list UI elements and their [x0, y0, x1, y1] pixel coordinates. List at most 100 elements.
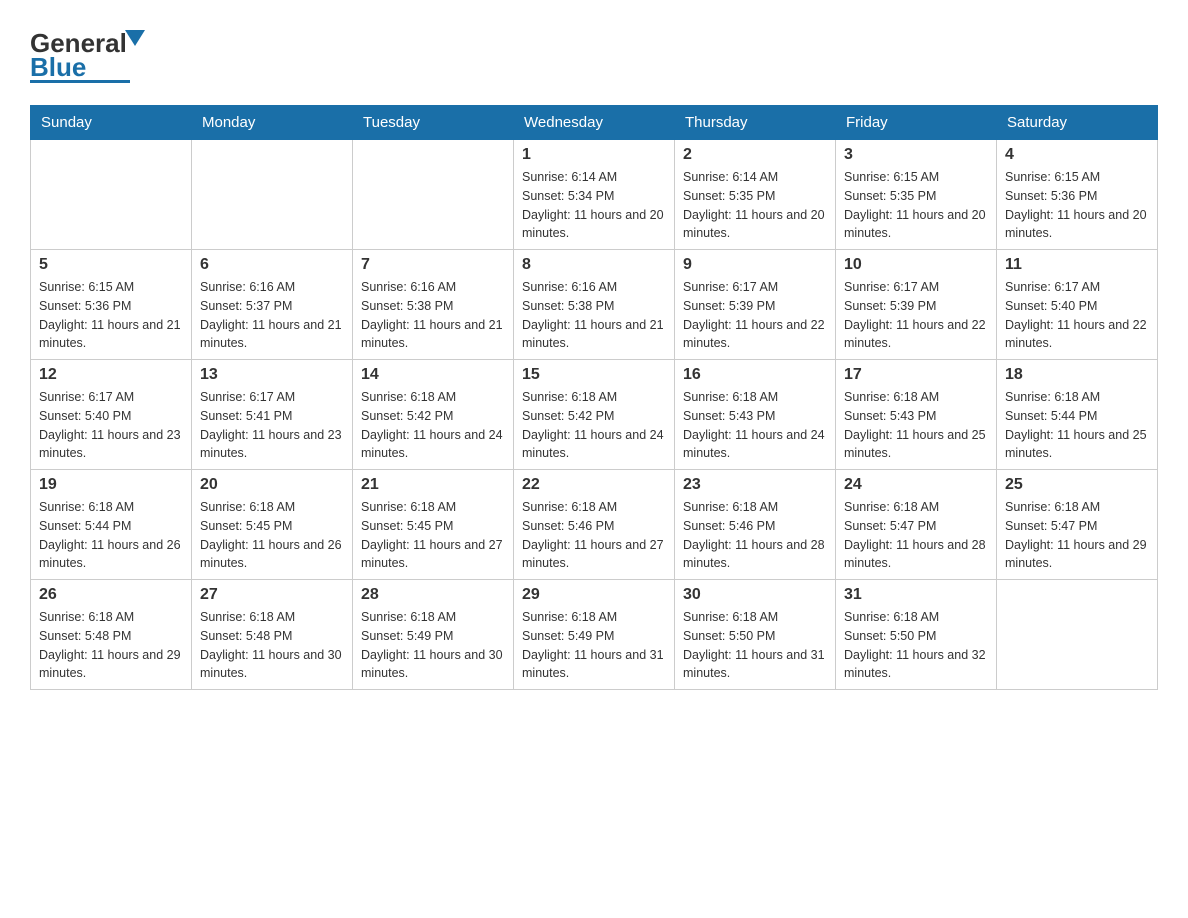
day-number: 2	[683, 146, 827, 164]
day-cell	[353, 140, 514, 250]
day-info: Sunrise: 6:18 AM Sunset: 5:45 PM Dayligh…	[361, 498, 505, 573]
day-number: 30	[683, 586, 827, 604]
day-cell: 1 Sunrise: 6:14 AM Sunset: 5:34 PM Daylig…	[514, 140, 675, 250]
day-header-saturday: Saturday	[997, 106, 1158, 140]
day-info: Sunrise: 6:18 AM Sunset: 5:43 PM Dayligh…	[683, 388, 827, 463]
day-number: 25	[1005, 476, 1149, 494]
day-cell: 2 Sunrise: 6:14 AM Sunset: 5:35 PM Daylig…	[675, 140, 836, 250]
day-cell	[31, 140, 192, 250]
day-cell: 31Sunrise: 6:18 AM Sunset: 5:50 PM Dayli…	[836, 580, 997, 690]
day-cell: 24 Sunrise: 6:18 AM Sunset: 5:47 PM Dayli…	[836, 470, 997, 580]
day-info: Sunrise: 6:18 AM Sunset: 5:45 PM Dayligh…	[200, 498, 344, 573]
week-row-2: 5 Sunrise: 6:15 AM Sunset: 5:36 PM Daylig…	[31, 250, 1158, 360]
day-cell: 13 Sunrise: 6:17 AM Sunset: 5:41 PM Dayli…	[192, 360, 353, 470]
day-header-tuesday: Tuesday	[353, 106, 514, 140]
day-cell: 25 Sunrise: 6:18 AM Sunset: 5:47 PM Dayli…	[997, 470, 1158, 580]
day-cell: 16Sunrise: 6:18 AM Sunset: 5:43 PM Dayli…	[675, 360, 836, 470]
day-number: 8	[522, 256, 666, 274]
calendar-header-row: SundayMondayTuesdayWednesdayThursdayFrid…	[31, 106, 1158, 140]
day-cell: 15 Sunrise: 6:18 AM Sunset: 5:42 PM Dayli…	[514, 360, 675, 470]
day-info: Sunrise: 6:17 AM Sunset: 5:39 PM Dayligh…	[683, 278, 827, 353]
week-row-4: 19Sunrise: 6:18 AM Sunset: 5:44 PM Dayli…	[31, 470, 1158, 580]
day-number: 4	[1005, 146, 1149, 164]
day-number: 22	[522, 476, 666, 494]
day-header-thursday: Thursday	[675, 106, 836, 140]
day-info: Sunrise: 6:16 AM Sunset: 5:37 PM Dayligh…	[200, 278, 344, 353]
week-row-5: 26Sunrise: 6:18 AM Sunset: 5:48 PM Dayli…	[31, 580, 1158, 690]
day-number: 7	[361, 256, 505, 274]
day-info: Sunrise: 6:14 AM Sunset: 5:35 PM Dayligh…	[683, 168, 827, 243]
day-number: 9	[683, 256, 827, 274]
day-info: Sunrise: 6:16 AM Sunset: 5:38 PM Dayligh…	[522, 278, 666, 353]
day-number: 13	[200, 366, 344, 384]
day-info: Sunrise: 6:18 AM Sunset: 5:42 PM Dayligh…	[361, 388, 505, 463]
day-info: Sunrise: 6:18 AM Sunset: 5:48 PM Dayligh…	[200, 608, 344, 683]
day-cell: 30Sunrise: 6:18 AM Sunset: 5:50 PM Dayli…	[675, 580, 836, 690]
day-number: 23	[683, 476, 827, 494]
day-number: 24	[844, 476, 988, 494]
day-cell: 22 Sunrise: 6:18 AM Sunset: 5:46 PM Dayli…	[514, 470, 675, 580]
day-cell: 28 Sunrise: 6:18 AM Sunset: 5:49 PM Dayli…	[353, 580, 514, 690]
day-info: Sunrise: 6:18 AM Sunset: 5:49 PM Dayligh…	[361, 608, 505, 683]
day-info: Sunrise: 6:15 AM Sunset: 5:36 PM Dayligh…	[1005, 168, 1149, 243]
day-info: Sunrise: 6:18 AM Sunset: 5:47 PM Dayligh…	[1005, 498, 1149, 573]
day-cell: 5 Sunrise: 6:15 AM Sunset: 5:36 PM Daylig…	[31, 250, 192, 360]
day-number: 29	[522, 586, 666, 604]
day-number: 20	[200, 476, 344, 494]
week-row-1: 1 Sunrise: 6:14 AM Sunset: 5:34 PM Daylig…	[31, 140, 1158, 250]
day-number: 6	[200, 256, 344, 274]
day-number: 5	[39, 256, 183, 274]
day-number: 14	[361, 366, 505, 384]
day-cell	[192, 140, 353, 250]
day-cell: 11 Sunrise: 6:17 AM Sunset: 5:40 PM Dayli…	[997, 250, 1158, 360]
day-number: 28	[361, 586, 505, 604]
day-cell: 19Sunrise: 6:18 AM Sunset: 5:44 PM Dayli…	[31, 470, 192, 580]
day-cell: 29 Sunrise: 6:18 AM Sunset: 5:49 PM Dayli…	[514, 580, 675, 690]
day-info: Sunrise: 6:18 AM Sunset: 5:46 PM Dayligh…	[522, 498, 666, 573]
day-cell: 4 Sunrise: 6:15 AM Sunset: 5:36 PM Daylig…	[997, 140, 1158, 250]
day-info: Sunrise: 6:18 AM Sunset: 5:43 PM Dayligh…	[844, 388, 988, 463]
day-info: Sunrise: 6:17 AM Sunset: 5:40 PM Dayligh…	[39, 388, 183, 463]
day-number: 1	[522, 146, 666, 164]
day-info: Sunrise: 6:18 AM Sunset: 5:46 PM Dayligh…	[683, 498, 827, 573]
day-cell: 21Sunrise: 6:18 AM Sunset: 5:45 PM Dayli…	[353, 470, 514, 580]
day-cell: 26Sunrise: 6:18 AM Sunset: 5:48 PM Dayli…	[31, 580, 192, 690]
day-info: Sunrise: 6:16 AM Sunset: 5:38 PM Dayligh…	[361, 278, 505, 353]
day-cell: 8 Sunrise: 6:16 AM Sunset: 5:38 PM Daylig…	[514, 250, 675, 360]
day-number: 31	[844, 586, 988, 604]
day-header-friday: Friday	[836, 106, 997, 140]
day-header-wednesday: Wednesday	[514, 106, 675, 140]
day-cell: 10Sunrise: 6:17 AM Sunset: 5:39 PM Dayli…	[836, 250, 997, 360]
day-info: Sunrise: 6:18 AM Sunset: 5:42 PM Dayligh…	[522, 388, 666, 463]
day-info: Sunrise: 6:18 AM Sunset: 5:44 PM Dayligh…	[1005, 388, 1149, 463]
day-cell: 3Sunrise: 6:15 AM Sunset: 5:35 PM Daylig…	[836, 140, 997, 250]
day-number: 3	[844, 146, 988, 164]
day-number: 11	[1005, 256, 1149, 274]
svg-text:Blue: Blue	[30, 52, 86, 82]
day-cell: 18 Sunrise: 6:18 AM Sunset: 5:44 PM Dayli…	[997, 360, 1158, 470]
day-cell: 20 Sunrise: 6:18 AM Sunset: 5:45 PM Dayli…	[192, 470, 353, 580]
day-cell: 7 Sunrise: 6:16 AM Sunset: 5:38 PM Daylig…	[353, 250, 514, 360]
day-info: Sunrise: 6:15 AM Sunset: 5:36 PM Dayligh…	[39, 278, 183, 353]
day-number: 18	[1005, 366, 1149, 384]
day-number: 17	[844, 366, 988, 384]
day-info: Sunrise: 6:18 AM Sunset: 5:49 PM Dayligh…	[522, 608, 666, 683]
day-info: Sunrise: 6:18 AM Sunset: 5:47 PM Dayligh…	[844, 498, 988, 573]
day-number: 12	[39, 366, 183, 384]
day-cell: 23 Sunrise: 6:18 AM Sunset: 5:46 PM Dayli…	[675, 470, 836, 580]
day-number: 27	[200, 586, 344, 604]
logo: General Blue	[30, 20, 160, 85]
logo-svg: General Blue	[30, 20, 160, 85]
day-info: Sunrise: 6:17 AM Sunset: 5:40 PM Dayligh…	[1005, 278, 1149, 353]
day-info: Sunrise: 6:14 AM Sunset: 5:34 PM Dayligh…	[522, 168, 666, 243]
day-number: 15	[522, 366, 666, 384]
day-info: Sunrise: 6:17 AM Sunset: 5:41 PM Dayligh…	[200, 388, 344, 463]
day-info: Sunrise: 6:18 AM Sunset: 5:48 PM Dayligh…	[39, 608, 183, 683]
day-cell: 17 Sunrise: 6:18 AM Sunset: 5:43 PM Dayli…	[836, 360, 997, 470]
day-number: 10	[844, 256, 988, 274]
calendar-table: SundayMondayTuesdayWednesdayThursdayFrid…	[30, 105, 1158, 690]
day-info: Sunrise: 6:18 AM Sunset: 5:44 PM Dayligh…	[39, 498, 183, 573]
day-header-monday: Monday	[192, 106, 353, 140]
page-header: General Blue	[30, 20, 1158, 85]
day-cell: 27 Sunrise: 6:18 AM Sunset: 5:48 PM Dayli…	[192, 580, 353, 690]
